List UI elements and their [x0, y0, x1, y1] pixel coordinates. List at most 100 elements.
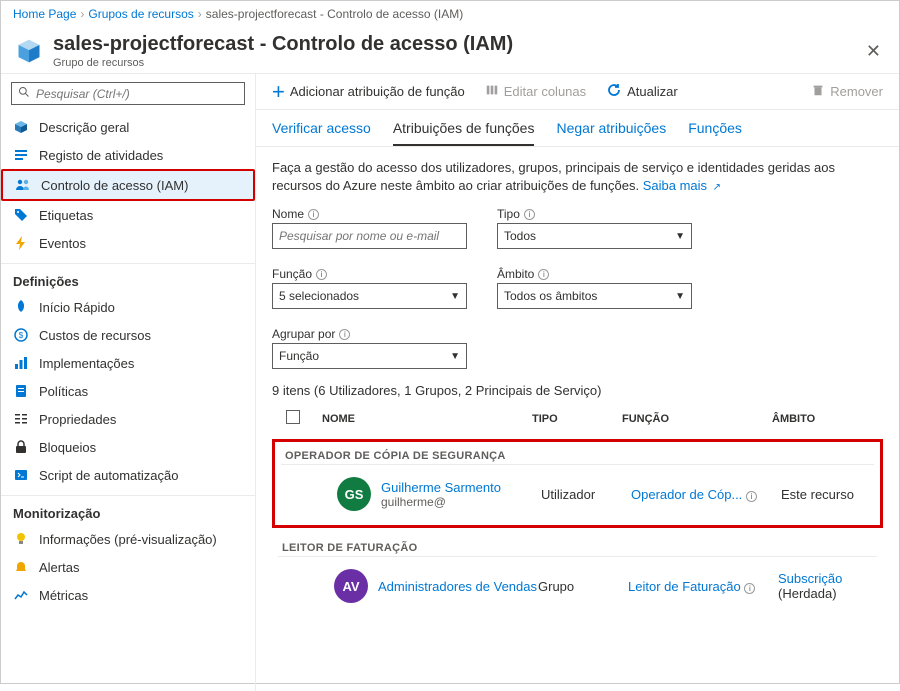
filter-type-select[interactable]: Todos▼ — [497, 223, 692, 249]
sidebar-item-tags[interactable]: Etiquetas — [1, 201, 255, 229]
close-button[interactable]: ✕ — [862, 37, 885, 66]
sidebar-item-costs[interactable]: $Custos de recursos — [1, 321, 255, 349]
learn-more-link[interactable]: Saiba mais ↗ — [643, 178, 721, 193]
columns-icon — [485, 83, 499, 100]
sidebar-search[interactable]: « — [11, 82, 245, 105]
sidebar-item-quickstart[interactable]: Início Rápido — [1, 293, 255, 321]
col-header-type[interactable]: Tipo — [532, 413, 622, 425]
sidebar-item-events[interactable]: Eventos — [1, 229, 255, 257]
group-name-link[interactable]: Administradores de Vendas — [378, 579, 537, 594]
refresh-button[interactable]: Atualizar — [606, 82, 678, 101]
filter-groupby-label: Agrupar por — [272, 327, 335, 341]
col-header-role[interactable]: Função — [622, 413, 772, 425]
info-icon[interactable]: i — [316, 269, 327, 280]
sidebar-section-settings: Definições — [1, 263, 255, 293]
sidebar-item-locks[interactable]: Bloqueios — [1, 433, 255, 461]
info-icon[interactable]: i — [744, 583, 755, 594]
sidebar-item-insights[interactable]: Informações (pré-visualização) — [1, 525, 255, 553]
info-icon[interactable]: i — [339, 329, 350, 340]
resource-group-icon — [15, 37, 43, 65]
tag-icon — [13, 207, 29, 223]
sidebar: « Descrição geral Registo de atividades … — [1, 74, 256, 691]
chevron-right-icon: › — [198, 7, 202, 21]
deployment-icon — [13, 355, 29, 371]
tab-roles[interactable]: Funções — [688, 120, 742, 146]
trash-icon — [811, 83, 825, 100]
content-area: Faça a gestão do acesso dos utilizadores… — [256, 147, 899, 691]
role-link[interactable]: Operador de Cóp... — [631, 487, 742, 502]
svg-text:$: $ — [19, 331, 24, 340]
avatar: AV — [334, 569, 368, 603]
info-icon[interactable]: i — [308, 209, 319, 220]
page-header: sales-projectforecast - Controlo de aces… — [1, 27, 899, 73]
filter-role-select[interactable]: 5 selecionados▼ — [272, 283, 467, 309]
cost-icon: $ — [13, 327, 29, 343]
external-link-icon: ↗ — [713, 182, 721, 193]
people-icon — [15, 177, 31, 193]
add-role-assignment-button[interactable]: +Adicionar atribuição de função — [272, 84, 465, 99]
sidebar-item-overview[interactable]: Descrição geral — [1, 113, 255, 141]
filter-groupby-select[interactable]: Função▼ — [272, 343, 467, 369]
scope-link[interactable]: Subscrição — [778, 571, 842, 586]
avatar: GS — [337, 477, 371, 511]
tab-verify-access[interactable]: Verificar acesso — [272, 120, 371, 146]
table-row[interactable]: AV Administradores de Vendas Grupo Leito… — [278, 563, 877, 609]
lightbulb-icon — [13, 531, 29, 547]
breadcrumb-current: sales-projectforecast - Controlo de aces… — [206, 7, 463, 21]
cell-scope: Este recurso — [781, 487, 874, 502]
results-summary: 9 itens (6 Utilizadores, 1 Grupos, 2 Pri… — [272, 383, 883, 398]
col-header-scope[interactable]: Âmbito — [772, 413, 883, 425]
chevron-right-icon: › — [80, 7, 84, 21]
breadcrumb: Home Page › Grupos de recursos › sales-p… — [1, 1, 899, 27]
search-icon — [18, 86, 30, 101]
col-header-name[interactable]: Nome — [322, 413, 532, 425]
alert-icon — [13, 559, 29, 575]
remove-button[interactable]: Remover — [811, 83, 883, 100]
info-icon[interactable]: i — [538, 269, 549, 280]
info-icon[interactable]: i — [524, 209, 535, 220]
user-name-link[interactable]: Guilherme Sarmento — [381, 480, 501, 495]
tab-deny-assignments[interactable]: Negar atribuições — [556, 120, 666, 146]
sidebar-item-iam[interactable]: Controlo de acesso (IAM) — [1, 169, 255, 201]
properties-icon — [13, 411, 29, 427]
breadcrumb-groups[interactable]: Grupos de recursos — [88, 7, 193, 21]
tab-role-assignments[interactable]: Atribuições de funções — [393, 120, 535, 146]
edit-columns-button[interactable]: Editar colunas — [485, 83, 586, 100]
toolbar: +Adicionar atribuição de função Editar c… — [256, 74, 899, 110]
search-input[interactable] — [36, 87, 238, 101]
filter-type-label: Tipo — [497, 207, 520, 221]
role-link[interactable]: Leitor de Faturação — [628, 579, 741, 594]
chevron-down-icon: ▼ — [450, 291, 460, 302]
group-billing-reader: LEITOR DE FATURAÇÃO AV Administradores d… — [272, 534, 883, 613]
cube-icon — [13, 119, 29, 135]
lightning-icon — [13, 235, 29, 251]
plus-icon: + — [272, 85, 285, 99]
lock-icon — [13, 439, 29, 455]
sidebar-item-alerts[interactable]: Alertas — [1, 553, 255, 581]
sidebar-item-metrics[interactable]: Métricas — [1, 581, 255, 609]
description-text: Faça a gestão do acesso dos utilizadores… — [272, 159, 883, 195]
table-row[interactable]: GS Guilherme Sarmento guilherme@ Utiliza… — [281, 471, 874, 517]
script-icon — [13, 467, 29, 483]
sidebar-item-deployments[interactable]: Implementações — [1, 349, 255, 377]
filter-name-input[interactable] — [272, 223, 467, 249]
sidebar-item-activity-log[interactable]: Registo de atividades — [1, 141, 255, 169]
sidebar-section-monitoring: Monitorização — [1, 495, 255, 525]
sidebar-nav: Descrição geral Registo de atividades Co… — [1, 113, 255, 691]
cell-type: Grupo — [538, 579, 628, 594]
filter-role-label: Função — [272, 267, 312, 281]
select-all-checkbox[interactable] — [286, 410, 300, 424]
filter-scope-label: Âmbito — [497, 267, 534, 281]
cell-type: Utilizador — [541, 487, 631, 502]
sidebar-item-policies[interactable]: Políticas — [1, 377, 255, 405]
group-backup-operator: OPERADOR DE CÓPIA DE SEGURANÇA GS Guilhe… — [272, 439, 883, 528]
sidebar-item-properties[interactable]: Propriedades — [1, 405, 255, 433]
sidebar-item-automation[interactable]: Script de automatização — [1, 461, 255, 489]
page-subtitle: Grupo de recursos — [53, 57, 513, 69]
filter-scope-select[interactable]: Todos os âmbitos▼ — [497, 283, 692, 309]
info-icon[interactable]: i — [746, 491, 757, 502]
table-header: Nome Tipo Função Âmbito — [272, 404, 883, 433]
cell-scope: Subscrição (Herdada) — [778, 571, 877, 601]
breadcrumb-home[interactable]: Home Page — [13, 7, 76, 21]
filter-name-label: Nome — [272, 207, 304, 221]
